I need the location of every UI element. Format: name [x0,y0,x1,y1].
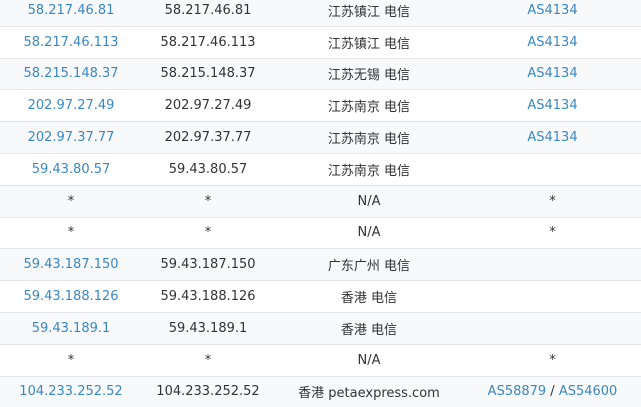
asn-link[interactable]: AS4134 [527,35,577,50]
table-row: 58.217.46.81 58.217.46.81 江苏镇江 电信 AS4134 [0,0,641,27]
table-row: 59.43.189.1 59.43.189.1 香港 电信 [0,311,641,345]
table-row: 59.43.188.126 59.43.188.126 香港 电信 [0,280,641,313]
asn-link[interactable]: AS4134 [527,3,577,18]
ip-cell: * [67,225,75,241]
ip-cell: * [67,193,75,209]
location-cell: N/A [357,193,381,209]
hostname-cell: 59.43.188.126 [160,289,256,305]
location-cell: 香港 petaexpress.com [298,386,440,402]
hostname-cell: 59.43.187.150 [160,257,256,273]
hostname-cell: 104.233.252.52 [156,384,260,400]
asn-cell: * [549,193,556,209]
asn-separator: / [546,384,559,400]
location-cell: 江苏南京 电信 [327,132,411,148]
table-row: 104.233.252.52 104.233.252.52 香港 petaexp… [0,375,641,407]
hostname-cell: 58.215.148.37 [160,66,256,82]
ip-link[interactable]: 58.215.148.37 [23,66,118,81]
ip-link[interactable]: 58.217.46.81 [28,3,115,18]
table-row: 202.97.37.77 202.97.37.77 江苏南京 电信 AS4134 [0,121,641,154]
ip-link[interactable]: 202.97.37.77 [28,130,115,145]
table-row: 202.97.27.49 202.97.27.49 江苏南京 电信 AS4134 [0,89,641,122]
location-cell: 江苏南京 电信 [327,163,411,179]
asn-link-secondary[interactable]: AS54600 [559,384,618,399]
hostname-cell: 202.97.37.77 [164,130,252,146]
table-row: * * N/A * [0,343,641,377]
location-cell: 江苏镇江 电信 [327,36,411,52]
table-row: 58.217.46.113 58.217.46.113 江苏镇江 电信 AS41… [0,25,641,59]
table-row: * * N/A * [0,216,641,249]
hostname-cell: 58.217.46.81 [164,2,252,18]
location-cell: 江苏无锡 电信 [327,68,411,84]
hostname-cell: * [204,193,212,209]
hostname-cell: * [204,352,212,368]
location-cell: 广东广州 电信 [327,259,411,275]
hostname-cell: 59.43.80.57 [168,161,248,177]
table-row: 58.215.148.37 58.215.148.37 江苏无锡 电信 AS41… [0,57,641,90]
location-cell: N/A [357,225,381,241]
asn-link[interactable]: AS4134 [527,130,577,145]
table-row: * * N/A * [0,184,641,218]
location-cell: 香港 电信 [340,322,398,338]
asn-cell: * [549,225,556,241]
location-cell: 香港 电信 [340,291,398,307]
ip-link[interactable]: 59.43.80.57 [32,162,111,177]
ip-link[interactable]: 59.43.189.1 [32,321,111,336]
table-row: 59.43.80.57 59.43.80.57 江苏南京 电信 [0,152,641,186]
ip-cell: * [67,352,75,368]
ip-link[interactable]: 58.217.46.113 [23,35,118,50]
hostname-cell: 58.217.46.113 [160,34,256,50]
asn-link[interactable]: AS4134 [527,98,577,113]
location-cell: 江苏镇江 电信 [327,4,411,20]
table-row: 59.43.187.150 59.43.187.150 广东广州 电信 [0,248,641,281]
hostname-cell: 59.43.189.1 [168,320,248,336]
ip-link[interactable]: 59.43.187.150 [23,257,118,272]
ip-link[interactable]: 59.43.188.126 [23,289,118,304]
location-cell: 江苏南京 电信 [327,100,411,116]
traceroute-table: 58.217.46.81 58.217.46.81 江苏镇江 电信 AS4134… [0,0,641,407]
hostname-cell: 202.97.27.49 [164,98,252,114]
asn-cell: * [549,352,556,368]
location-cell: N/A [357,352,381,368]
asn-link[interactable]: AS4134 [527,66,577,81]
ip-link[interactable]: 202.97.27.49 [28,98,115,113]
hostname-cell: * [204,225,212,241]
ip-link[interactable]: 104.233.252.52 [19,384,122,399]
asn-link[interactable]: AS58879 [488,384,547,399]
